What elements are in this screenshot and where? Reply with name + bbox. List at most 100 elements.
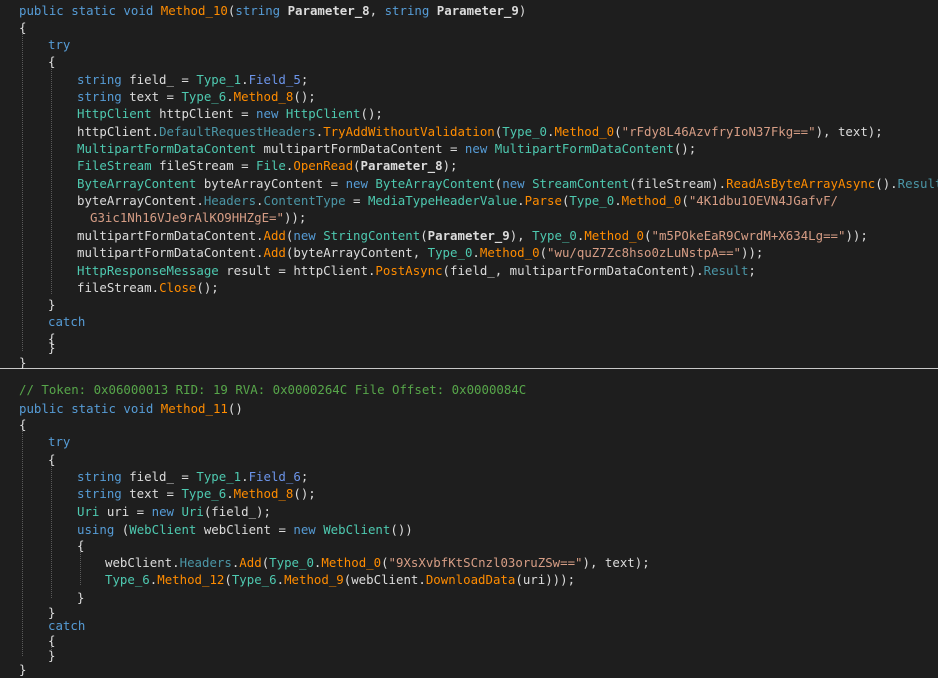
code-token: try: [48, 434, 71, 449]
method-separator: [0, 368, 938, 369]
code-token: catch: [48, 314, 86, 329]
code-token: uri =: [106, 504, 152, 519]
code-token: Method_9: [284, 572, 344, 587]
code-line[interactable]: HttpResponseMessage result = httpClient.…: [77, 262, 756, 279]
code-token: (: [644, 228, 652, 243]
code-token: WebClient: [129, 522, 204, 537]
code-token: new: [293, 522, 324, 537]
code-line[interactable]: multipartFormDataContent.Add(byteArrayCo…: [77, 244, 763, 261]
code-token: StringContent: [323, 228, 421, 243]
code-line[interactable]: Type_6.Method_12(Type_6.Method_9(webClie…: [105, 571, 575, 588]
code-token: "rFdy8L46AzvfryIoN37Fkg==": [621, 124, 816, 139]
indent-guide: [51, 462, 52, 598]
code-line[interactable]: {: [19, 416, 26, 433]
code-token: Field_5: [248, 72, 301, 87]
code-line[interactable]: using (WebClient webClient = new WebClie…: [77, 521, 413, 538]
code-token: new: [293, 228, 324, 243]
code-line[interactable]: httpClient.DefaultRequestHeaders.TryAddW…: [77, 123, 883, 140]
code-token: Type_1: [196, 72, 242, 87]
code-token: Method_0: [321, 555, 382, 570]
code-line[interactable]: try: [48, 36, 70, 53]
code-line[interactable]: public static void Method_10(string Para…: [19, 2, 526, 19]
code-token: fileStream.: [77, 280, 160, 295]
code-line[interactable]: string field_ = Type_1.Field_6;: [77, 468, 308, 485]
code-line[interactable]: {: [77, 537, 84, 554]
code-token: Field_6: [248, 469, 301, 484]
code-line[interactable]: webClient.Headers.Add(Type_0.Method_0("9…: [105, 554, 650, 571]
code-line[interactable]: multipartFormDataContent.Add (new StringC…: [77, 227, 868, 244]
code-line[interactable]: Uri uri = new Uri(field_);: [77, 503, 271, 520]
code-token: "4K1dbu1OEVN4JGafvF/: [688, 193, 839, 208]
code-line[interactable]: public static void Method_11(): [19, 400, 243, 417]
code-token: MultipartFormDataContent: [77, 141, 264, 156]
code-token: G3ic1Nh16VJe9rAlKO9HHZgE=": [90, 210, 284, 225]
code-token: try: [48, 37, 71, 52]
code-token: "m5POkeEaR9CwrdM+X634Lg==": [651, 228, 846, 243]
code-token: multipartFormDataContent.: [77, 228, 264, 243]
code-token: Type_0: [532, 228, 577, 243]
code-token: multipartFormDataContent.: [77, 245, 264, 260]
code-line[interactable]: string text = Type_6.Method_8();: [77, 88, 316, 105]
code-line[interactable]: byteArrayContent.Headers.ContentType = M…: [77, 192, 838, 209]
code-token: string: [77, 89, 130, 104]
code-token: MultipartFormDataContent: [494, 141, 674, 156]
code-token: ().: [875, 176, 898, 191]
code-line[interactable]: try: [48, 433, 70, 450]
code-token: }: [48, 648, 56, 663]
code-token: {: [19, 20, 27, 35]
code-token: {: [19, 417, 27, 432]
code-line[interactable]: // Token: 0x06000013 RID: 19 RVA: 0x0000…: [19, 381, 526, 398]
code-token: string: [235, 3, 288, 18]
code-token: (fileStream).: [629, 176, 727, 191]
code-token: webClient.: [105, 555, 180, 570]
code-token: Type_0: [427, 245, 473, 260]
code-token: httpClient.: [77, 124, 160, 139]
code-token: ();: [293, 486, 316, 501]
code-token: Add: [263, 245, 286, 260]
code-line[interactable]: ByteArrayContent byteArrayContent = new …: [77, 175, 938, 192]
code-token: .: [241, 469, 249, 484]
code-token: DefaultRequestHeaders: [159, 124, 316, 139]
code-token: Type_6: [181, 89, 227, 104]
code-line[interactable]: MultipartFormDataContent multipartFormDa…: [77, 140, 696, 157]
code-token: (webClient.: [343, 572, 426, 587]
code-token: (field_);: [203, 504, 271, 519]
code-token: }: [77, 590, 85, 605]
code-editor[interactable]: public static void Method_10 ( string Para…: [0, 0, 938, 677]
code-line[interactable]: }: [48, 296, 55, 313]
code-token: Method_0: [554, 124, 615, 139]
code-line[interactable]: fileStream.Close();: [77, 279, 219, 296]
code-token: text =: [129, 89, 182, 104]
code-line[interactable]: }: [19, 661, 26, 678]
code-token: text =: [129, 486, 182, 501]
indent-guide: [22, 27, 23, 351]
code-token: }: [48, 340, 56, 355]
code-line[interactable]: {: [19, 19, 26, 36]
code-token: Type_1: [196, 469, 242, 484]
code-line[interactable]: string text = Type_6.Method_8();: [77, 485, 316, 502]
code-token: (: [539, 245, 548, 260]
code-line[interactable]: string field_ = Type_1.Field_5;: [77, 71, 308, 88]
code-token: Method_10: [160, 3, 228, 18]
code-line[interactable]: {: [48, 53, 55, 70]
code-line[interactable]: G3ic1Nh16VJe9rAlKO9HHZgE="));: [90, 209, 306, 226]
code-token: Headers: [179, 555, 232, 570]
code-line[interactable]: FileStream fileStream = File.OpenRead(Pa…: [77, 157, 458, 174]
indent-guide: [51, 62, 52, 294]
code-token: .: [256, 193, 264, 208]
indent-guide: [22, 428, 23, 656]
code-line[interactable]: }: [48, 647, 55, 664]
code-line[interactable]: {: [48, 451, 55, 468]
code-token: Parameter_8: [287, 3, 370, 18]
code-line[interactable]: }: [77, 589, 84, 606]
code-token: field_ =: [129, 469, 197, 484]
code-token: Result: [703, 263, 749, 278]
code-token: WebClient: [323, 522, 391, 537]
code-token: new: [345, 176, 376, 191]
code-token: public static void: [19, 401, 161, 416]
code-token: .: [276, 572, 285, 587]
code-line[interactable]: }: [48, 339, 55, 356]
code-line[interactable]: HttpClient httpClient = new HttpClient()…: [77, 105, 383, 122]
code-line[interactable]: }: [19, 354, 26, 371]
code-line[interactable]: catch: [48, 313, 85, 330]
